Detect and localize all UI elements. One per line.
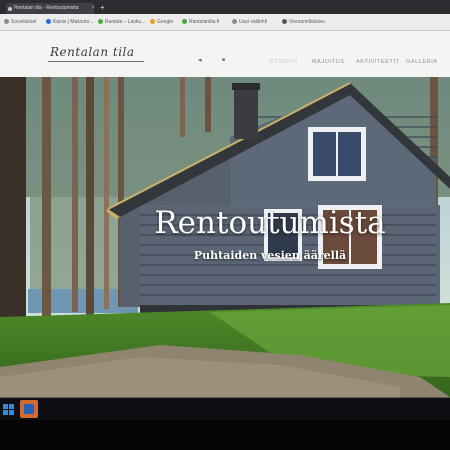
favicon-icon [8, 7, 12, 11]
bookmark-label: Sovellukset [11, 19, 37, 25]
nav-galleria[interactable]: GALLERIA [406, 59, 438, 65]
hero-title: Rentoutumista [154, 205, 386, 241]
bookmark-label: Google [157, 19, 174, 25]
nav-majoitus[interactable]: MAJOITUS [312, 59, 345, 65]
windows-taskbar [0, 398, 450, 420]
bookmark-icon [98, 19, 103, 25]
taskbar-app-icon[interactable] [20, 400, 38, 418]
bookmark-item[interactable]: Vierasmökkisivu [282, 18, 325, 26]
bookmark-item[interactable]: Rantalantila.fi [182, 18, 219, 26]
bookmark-item[interactable]: Rantala – Lasku... [98, 18, 145, 26]
nav-etusivu[interactable]: ETUSIVU [270, 59, 298, 65]
monitor-screen: Rentalan tila - Rentoutumista × + Sovell… [0, 0, 450, 420]
google-icon [150, 19, 155, 25]
browser-tab-active[interactable]: Rentalan tila - Rentoutumista × [6, 3, 94, 14]
bookmarks-bar: Sovellukset Kipsis | Maksuto... Rantala … [0, 14, 450, 31]
hero-banner: Rentoutumista Puhtaiden vesien äärellä [0, 77, 450, 420]
bookmark-item[interactable]: Uusi välilehti [232, 18, 267, 26]
tab-title: Rentalan tila - Rentoutumista [14, 5, 79, 11]
bookmark-label: Vierasmökkisivu [289, 19, 326, 25]
bookmark-icon [282, 19, 287, 25]
bookmark-label: Rantalantila.fi [189, 19, 220, 25]
new-tab-button[interactable]: + [100, 3, 105, 13]
bookmark-label: Rantala – Lasku... [105, 19, 146, 25]
bookmark-icon [46, 19, 51, 25]
browser-tab-bar: Rentalan tila - Rentoutumista × + [0, 0, 450, 14]
bookmark-item[interactable]: Kipsis | Maksuto... [46, 18, 93, 26]
bookmark-label: Uusi välilehti [239, 19, 268, 25]
bookmark-label: Kipsis | Maksuto... [53, 19, 94, 25]
back-icon[interactable]: ◂ [198, 56, 202, 64]
bookmark-item[interactable]: Google [150, 18, 173, 26]
logo-underline [48, 61, 144, 62]
site-logo[interactable]: Rentalan tila [50, 45, 135, 59]
hero-subtitle: Puhtaiden vesien äärellä [193, 249, 347, 262]
apps-icon [4, 19, 9, 25]
nav-aktiviteetit[interactable]: AKTIVITEETIT [356, 59, 400, 65]
windows-start-icon[interactable] [3, 404, 14, 415]
flag-icon[interactable]: ■ [222, 57, 225, 63]
monitor-bezel [0, 420, 450, 450]
site-header: Rentalan tila ◂ ■ ETUSIVU MAJOITUS AKTIV… [0, 31, 450, 77]
close-tab-icon[interactable]: × [92, 3, 94, 14]
bookmark-icon [182, 19, 187, 25]
bookmark-apps[interactable]: Sovellukset [4, 18, 37, 26]
bookmark-icon [232, 19, 237, 25]
